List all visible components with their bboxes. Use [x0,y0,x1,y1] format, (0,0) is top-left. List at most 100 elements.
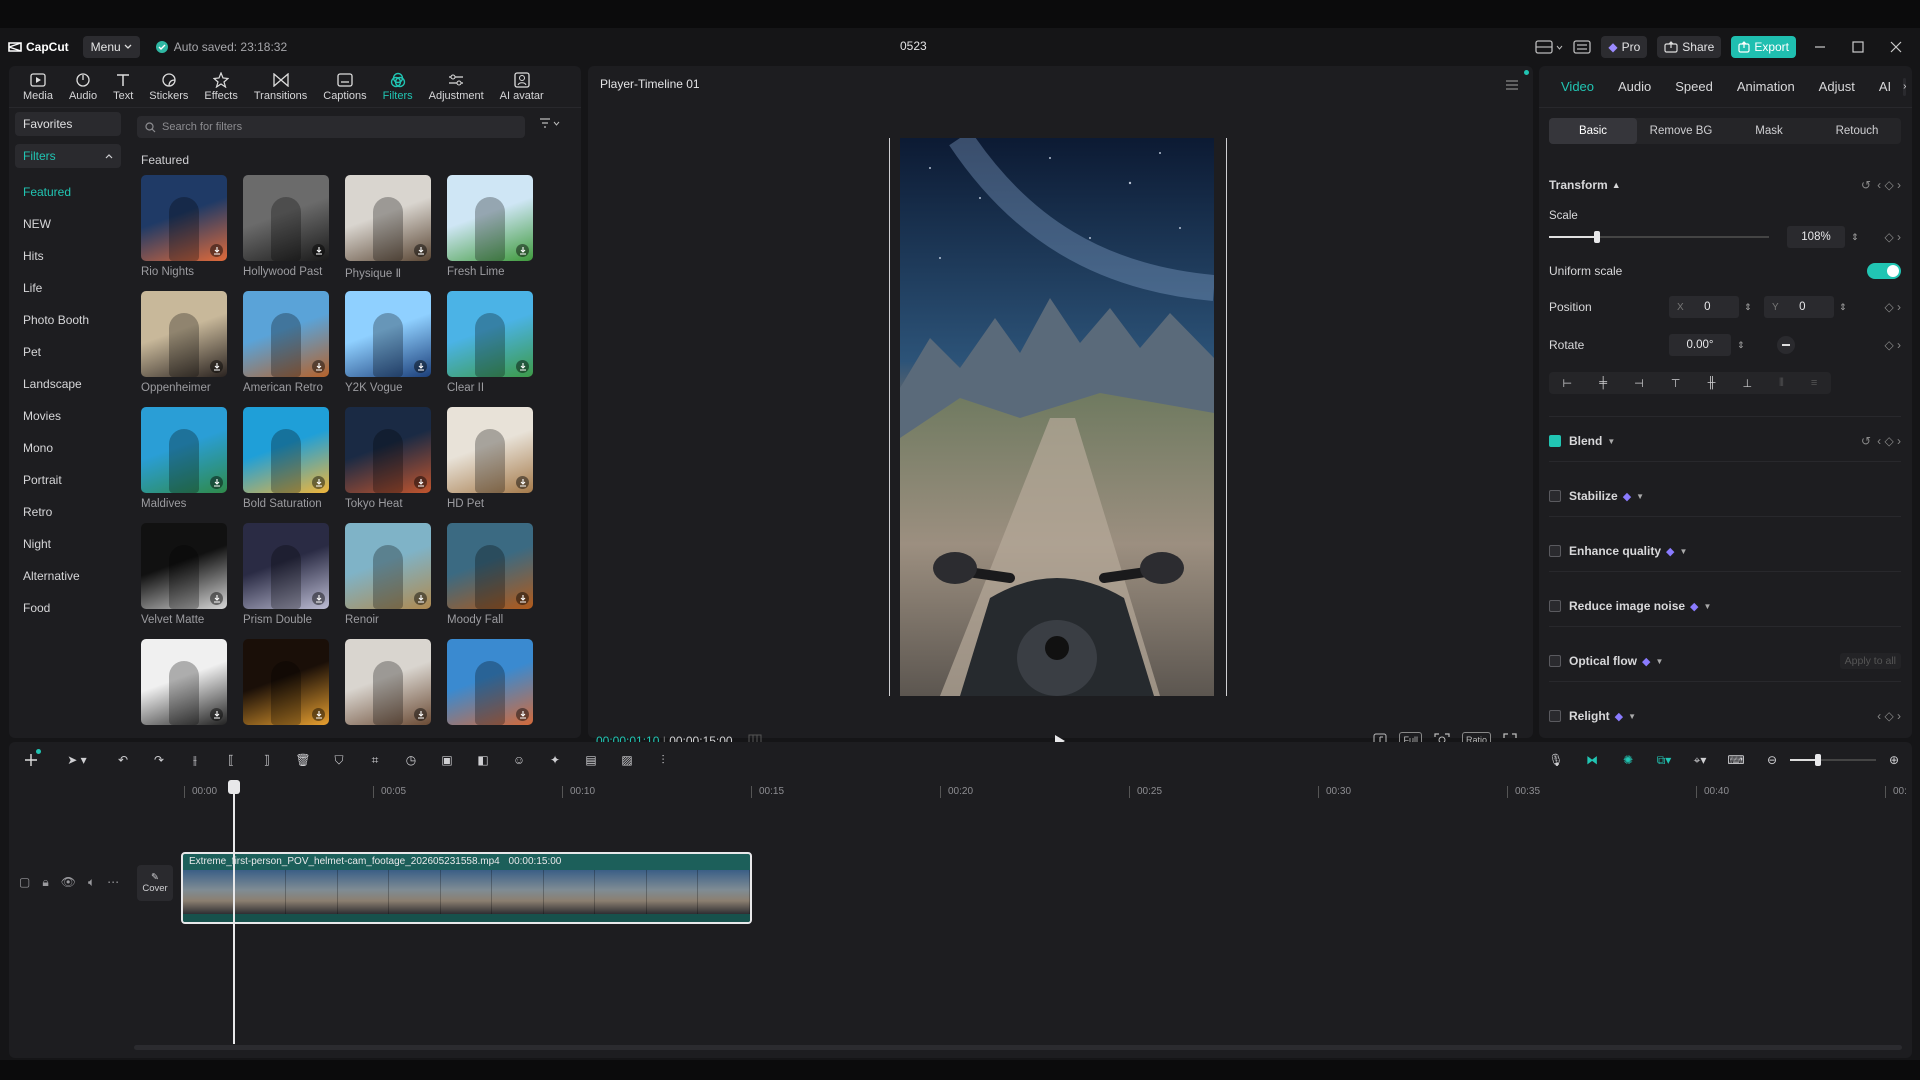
download-icon[interactable] [312,708,325,721]
filter-card[interactable] [243,639,329,725]
sidebar-item-movies[interactable]: Movies [15,400,121,432]
pro-button[interactable]: ◆ Pro [1601,36,1648,58]
caption-icon[interactable]: ▤ [573,753,609,767]
filter-card[interactable]: Clear II [447,291,533,394]
zoom-in-icon[interactable]: ⊕ [1876,753,1912,767]
enhance-quality-row[interactable]: Enhance quality ◆ ▼ [1549,544,1901,558]
keyframe-icon[interactable]: ‹ ◇ › [1877,434,1901,448]
noise-checkbox[interactable] [1549,600,1561,612]
reset-icon[interactable]: ↺ [1861,178,1871,192]
tab-ai-avatar[interactable]: AI avatar [492,66,552,107]
optical-flow-row[interactable]: Optical flow ◆ ▼ Apply to all [1549,653,1901,669]
stepper-icon[interactable]: ⇕ [1839,302,1847,313]
layout-icon[interactable] [1535,40,1563,54]
sidebar-item-landscape[interactable]: Landscape [15,368,121,400]
align-center-h-icon[interactable]: ╪ [1599,377,1607,389]
download-icon[interactable] [312,592,325,605]
tab-filters[interactable]: Filters [375,66,421,107]
download-icon[interactable] [516,360,529,373]
speed-icon[interactable]: ◷ [393,753,429,767]
sidebar-item-featured[interactable]: Featured [15,176,121,208]
keyframe-icon[interactable]: ◇ › [1884,338,1901,352]
download-icon[interactable] [210,592,223,605]
stepper-icon[interactable]: ⇕ [1851,232,1859,243]
split-left-icon[interactable]: ⟦ [213,753,249,767]
more-icon[interactable]: ⋯ [107,875,119,889]
scale-slider-thumb[interactable] [1594,231,1601,243]
sort-filter-icon[interactable] [539,118,560,128]
mute-icon[interactable]: 🔈︎ [88,875,95,890]
inspector-tab-adjust[interactable]: Adjust [1807,79,1867,94]
delete-icon[interactable]: 🗑︎ [285,753,321,767]
sidebar-item-life[interactable]: Life [15,272,121,304]
filter-card[interactable]: Rio Nights [141,175,227,278]
marker-icon[interactable]: ⛉ [321,753,357,768]
tab-transitions[interactable]: Transitions [246,66,315,107]
position-x-field[interactable]: X 0 [1669,296,1739,318]
player-menu-icon[interactable] [1505,80,1519,90]
filter-card[interactable] [345,639,431,725]
distribute-h-icon[interactable]: ⫴ [1779,377,1784,390]
relight-checkbox[interactable] [1549,710,1561,722]
download-icon[interactable] [516,592,529,605]
scale-slider[interactable] [1549,230,1769,244]
download-icon[interactable] [414,476,427,489]
tab-stickers[interactable]: Stickers [141,66,196,107]
keyframe-icon[interactable]: ◇ › [1884,230,1901,244]
tab-captions[interactable]: Captions [315,66,374,107]
cover-button[interactable]: ✎ Cover [137,865,173,901]
inspector-tab-animation[interactable]: Animation [1725,79,1807,94]
keyframe-icon[interactable]: ◇ › [1884,300,1901,314]
download-icon[interactable] [312,476,325,489]
align-center-v-icon[interactable]: ╫ [1708,377,1716,389]
close-icon[interactable] [1882,41,1910,53]
magnet-icon[interactable]: ⧓ [1574,753,1610,767]
sidebar-item-alternative[interactable]: Alternative [15,560,121,592]
keyframe-icon[interactable]: ‹ ◇ › [1877,178,1901,192]
crop-icon[interactable]: ⌗ [357,753,393,768]
filter-card[interactable] [141,639,227,725]
position-y-field[interactable]: Y 0 [1764,296,1834,318]
redo-icon[interactable]: ↷ [141,753,177,767]
sidebar-item-new[interactable]: NEW [15,208,121,240]
filter-card[interactable] [447,639,533,725]
filter-card[interactable]: Y2K Vogue [345,291,431,394]
align-top-icon[interactable]: ⊤ [1671,377,1681,390]
chevron-right-icon[interactable]: › [1903,77,1907,96]
align-bottom-icon[interactable]: ⊥ [1742,377,1752,390]
split-icon[interactable]: ⫲ [177,753,213,768]
favorites-item[interactable]: Favorites [15,112,121,136]
download-icon[interactable] [210,476,223,489]
shortcuts-icon[interactable] [1573,40,1592,54]
select-tool-icon[interactable]: ➤ ▾ [59,753,95,767]
reset-icon[interactable]: ↺ [1861,434,1871,448]
add-track-icon[interactable] [13,753,49,767]
replace-icon[interactable]: ▣ [429,753,465,767]
sidebar-item-portrait[interactable]: Portrait [15,464,121,496]
filter-card[interactable]: American Retro [243,291,329,394]
filter-card[interactable]: Hollywood Past [243,175,329,278]
download-icon[interactable] [312,360,325,373]
inspector-tab-speed[interactable]: Speed [1663,79,1725,94]
uniform-scale-toggle[interactable] [1867,263,1901,279]
microphone-icon[interactable]: 🎙︎ [1538,753,1574,767]
reduce-noise-row[interactable]: Reduce image noise ◆ ▼ [1549,599,1901,613]
inspector-tab-audio[interactable]: Audio [1606,79,1663,94]
undo-icon[interactable]: ↶ [105,753,141,767]
distribute-v-icon[interactable]: ≡ [1811,377,1817,389]
eye-icon[interactable]: 👁︎ [61,875,76,889]
lock-icon[interactable]: 🔒︎ [42,875,48,890]
inspector-tab-ai[interactable]: AI [1867,79,1903,94]
blend-row[interactable]: Blend ▼ ↺ ‹ ◇ › [1549,434,1901,448]
download-icon[interactable] [210,244,223,257]
rotate-dial-icon[interactable] [1777,336,1795,354]
stepper-icon[interactable]: ⇕ [1737,340,1745,351]
filter-card[interactable]: Maldives [141,407,227,510]
scale-value[interactable]: 108% [1787,226,1845,248]
download-icon[interactable] [210,360,223,373]
subtab-retouch[interactable]: Retouch [1813,118,1901,144]
align-right-icon[interactable]: ⊣ [1634,377,1644,390]
video-preview[interactable] [900,138,1214,696]
subtab-remove-bg[interactable]: Remove BG [1637,118,1725,144]
download-icon[interactable] [516,476,529,489]
